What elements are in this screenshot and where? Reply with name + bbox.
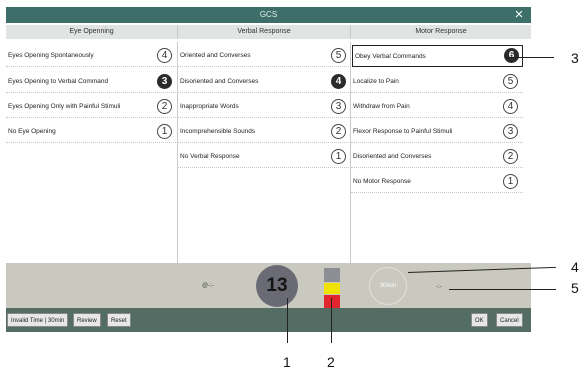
row-label: Incomprehensible Sounds: [180, 128, 256, 135]
row-label: Flexor Response to Painful Stimuli: [353, 128, 453, 135]
row-label: Withdraw from Pain: [353, 103, 410, 110]
assessment-time-text: @-:-: [202, 283, 214, 289]
close-icon[interactable]: ×: [511, 7, 527, 23]
severity-bar-red: [324, 295, 340, 308]
score-circle[interactable]: 2: [331, 124, 346, 139]
ok-button[interactable]: OK: [471, 313, 488, 327]
title-bar: GCS ×: [6, 7, 531, 23]
total-score-badge: 13: [256, 265, 298, 307]
score-circle[interactable]: 5: [331, 48, 346, 63]
eye-row-2[interactable]: Eyes Opening Only with Painful Stimuli 2: [6, 96, 178, 118]
reset-button[interactable]: Reset: [107, 313, 131, 327]
interval-timer[interactable]: 30min: [369, 267, 407, 305]
row-label: Obey Verbal Commands: [355, 53, 426, 60]
row-label: No Motor Response: [353, 178, 411, 185]
motor-row-5[interactable]: Localize to Pain 5: [351, 71, 523, 93]
callout-1: 1: [283, 354, 291, 370]
header-verbal-response: Verbal Response: [178, 25, 351, 39]
score-circle[interactable]: 2: [157, 99, 172, 114]
score-circle[interactable]: 1: [503, 174, 518, 189]
callout-3: 3: [571, 50, 579, 66]
invalid-time-button[interactable]: Invalid Time | 30min: [7, 313, 69, 327]
motor-row-3[interactable]: Flexor Response to Painful Stimuli 3: [351, 121, 523, 143]
review-button[interactable]: Review: [73, 313, 101, 327]
score-circle[interactable]: 2: [503, 149, 518, 164]
score-circle[interactable]: 4: [157, 48, 172, 63]
row-label: Eyes Opening Only with Painful Stimuli: [8, 103, 121, 110]
motor-row-4[interactable]: Withdraw from Pain 4: [351, 96, 523, 118]
score-circle[interactable]: 3: [331, 99, 346, 114]
button-bar: Invalid Time | 30min Review Reset OK Can…: [6, 308, 531, 332]
verbal-row-4[interactable]: Disoriented and Converses 4: [178, 71, 351, 93]
motor-row-1[interactable]: No Motor Response 1: [351, 171, 523, 193]
callout-5: 5: [571, 280, 579, 296]
motor-row-2[interactable]: Disoriented and Converses 2: [351, 146, 523, 168]
window-title: GCS: [259, 10, 278, 19]
score-circle-selected[interactable]: 4: [331, 74, 346, 89]
row-label: No Eye Opening: [8, 128, 56, 135]
cancel-button[interactable]: Cancel: [496, 313, 523, 327]
callout-line-2: [331, 298, 332, 343]
callout-2: 2: [327, 354, 335, 370]
motor-response-column: Obey Verbal Commands 6 Localize to Pain …: [351, 42, 531, 267]
row-label: Oriented and Converses: [180, 52, 251, 59]
row-label: Eyes Opening Spontaneously: [8, 52, 94, 59]
row-label: No Verbal Response: [180, 153, 240, 160]
score-circle[interactable]: 1: [157, 124, 172, 139]
callout-line-1: [287, 298, 288, 343]
eye-row-3[interactable]: Eyes Opening to Verbal Command 3: [6, 71, 178, 93]
row-label: Eyes Opening to Verbal Command: [8, 78, 109, 85]
verbal-row-1[interactable]: No Verbal Response 1: [178, 146, 351, 168]
score-circle-selected[interactable]: 6: [504, 48, 519, 63]
verbal-row-5[interactable]: Oriented and Converses 5: [178, 45, 351, 67]
next-time-text: -:-: [436, 284, 442, 290]
score-circle[interactable]: 4: [503, 99, 518, 114]
row-label: Disoriented and Converses: [180, 78, 259, 85]
score-circle-selected[interactable]: 3: [157, 74, 172, 89]
callout-4: 4: [571, 259, 579, 275]
severity-bar-yellow: [324, 283, 340, 294]
eye-row-1[interactable]: No Eye Opening 1: [6, 121, 178, 143]
verbal-row-3[interactable]: Inappropriate Words 3: [178, 96, 351, 118]
verbal-row-2[interactable]: Incomprehensible Sounds 2: [178, 121, 351, 143]
row-label: Inappropriate Words: [180, 103, 239, 110]
callout-line-3: [506, 57, 554, 58]
score-circle[interactable]: 5: [503, 74, 518, 89]
score-circle[interactable]: 3: [503, 124, 518, 139]
row-label: Localize to Pain: [353, 78, 399, 85]
eye-row-4[interactable]: Eyes Opening Spontaneously 4: [6, 45, 178, 67]
verbal-response-column: Oriented and Converses 5 Disoriented and…: [178, 42, 351, 267]
score-circle[interactable]: 1: [331, 149, 346, 164]
gcs-window: GCS × Eye Openning Verbal Response Motor…: [6, 7, 531, 332]
motor-row-6[interactable]: Obey Verbal Commands 6: [352, 45, 523, 67]
eye-opening-column: Eyes Opening Spontaneously 4 Eyes Openin…: [6, 42, 178, 267]
callout-line-5: [449, 289, 556, 290]
header-eye-opening: Eye Openning: [6, 25, 178, 39]
severity-bar-gray: [324, 268, 340, 282]
row-label: Disoriented and Converses: [353, 153, 432, 160]
header-motor-response: Motor Response: [351, 25, 531, 39]
